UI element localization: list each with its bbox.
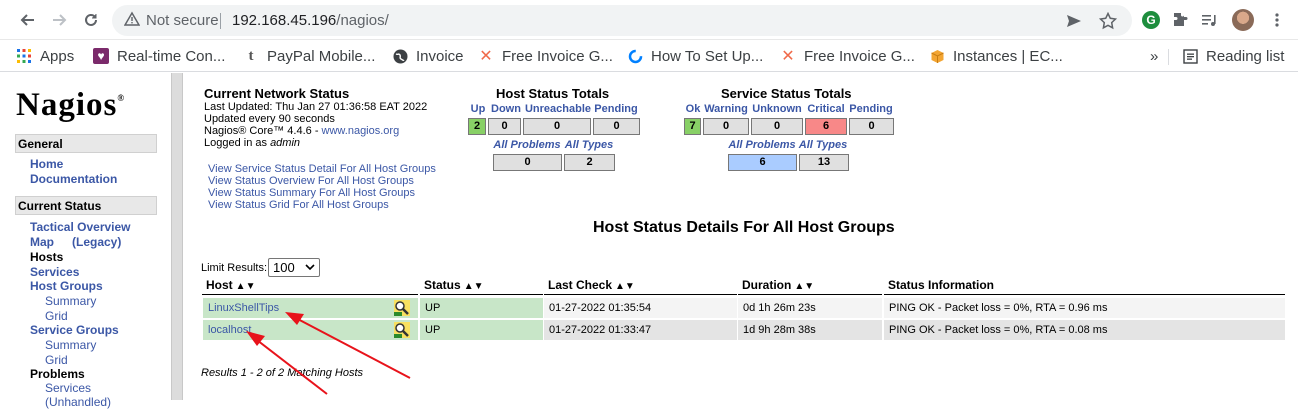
annotation-arrows (246, 312, 411, 395)
annotation-arrow-to-linuxshelltips (285, 312, 411, 379)
annotation-arrow-to-localhost (246, 331, 328, 395)
